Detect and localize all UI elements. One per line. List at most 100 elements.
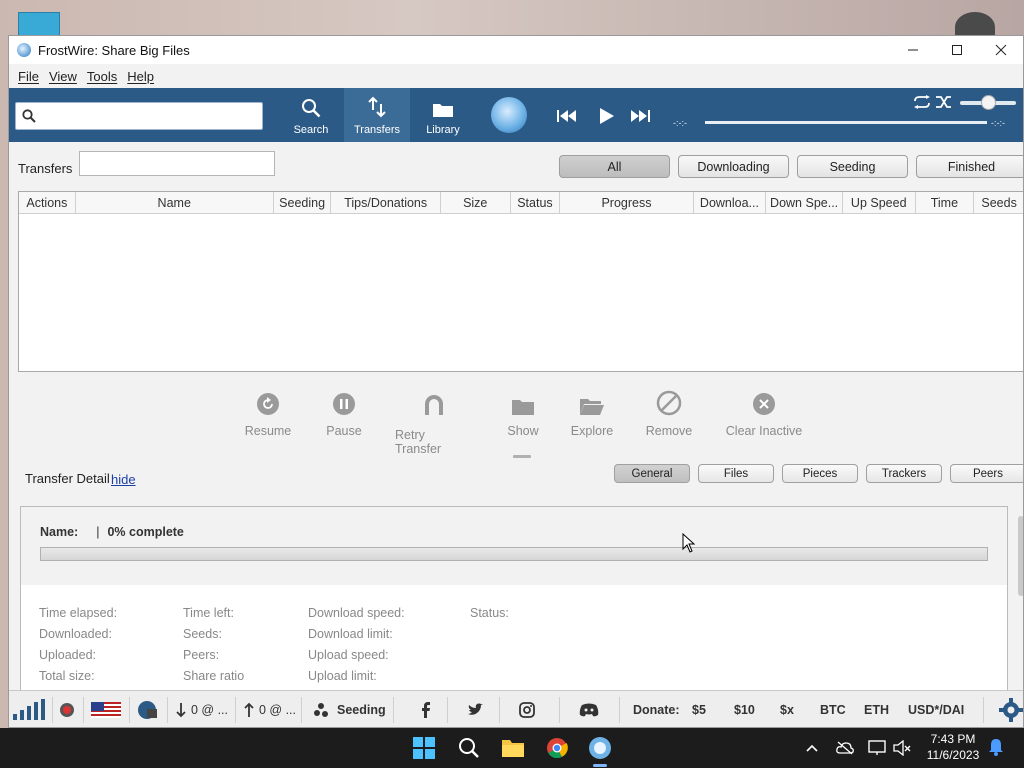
share-ratio-label: Share ratio [183,669,245,683]
download-rate: 0 @ ... [175,691,228,727]
play-icon[interactable] [599,107,615,125]
repeat-icon[interactable] [913,95,931,109]
retry-transfer-button[interactable]: Retry Transfer [395,390,473,456]
name-label: Name: [40,525,79,539]
column-seeding[interactable]: Seeding [274,192,332,213]
maximize-button[interactable] [935,36,979,64]
donate-usd-dai-button[interactable]: USD*/DAI [908,691,964,727]
donate-btc-button[interactable]: BTC [820,691,846,727]
next-track-icon[interactable] [630,109,650,123]
filter-seeding-button[interactable]: Seeding [797,155,908,178]
column-progress[interactable]: Progress [560,192,694,213]
filter-finished-button[interactable]: Finished [916,155,1023,178]
desktop-icon[interactable] [18,12,60,36]
chevron-up-icon[interactable] [806,744,818,752]
search-button-label: Search [293,124,329,136]
library-button[interactable]: Library [410,88,476,142]
settings-button[interactable] [999,691,1023,727]
playback-progress-bar[interactable] [705,121,987,124]
seeding-toggle[interactable]: Seeding [313,691,386,727]
menu-help[interactable]: Help [127,69,154,84]
filter-downloading-button[interactable]: Downloading [678,155,789,178]
menu-view[interactable]: View [49,69,77,84]
twitter-button[interactable] [467,691,483,727]
show-label: Show [507,424,539,438]
chrome-icon [547,738,568,759]
volume-knob[interactable] [981,95,996,110]
donate-eth-button[interactable]: ETH [864,691,889,727]
panel-splitter-handle[interactable] [513,455,531,458]
tab-trackers[interactable]: Trackers [866,464,942,483]
menu-file[interactable]: File [18,69,39,84]
chrome-button[interactable] [543,734,571,762]
column-tips-donations[interactable]: Tips/Donations [331,192,441,213]
instagram-button[interactable] [519,691,535,727]
tab-files[interactable]: Files [698,464,774,483]
search-button[interactable]: Search [278,88,344,142]
column-downloaded[interactable]: Downloa... [694,192,767,213]
donate-10-button[interactable]: $10 [734,691,755,727]
tab-peers[interactable]: Peers [950,464,1023,483]
shuffle-icon[interactable] [935,95,953,109]
windows-taskbar: 7:43 PM 11/6/2023 [0,728,1024,768]
language-flag-icon[interactable] [91,691,121,727]
clear-inactive-button[interactable]: Clear Inactive [721,390,807,438]
column-time[interactable]: Time [916,192,975,213]
search-input[interactable] [42,107,258,127]
column-seeds[interactable]: Seeds [974,192,1023,213]
discord-button[interactable] [579,691,599,727]
previous-track-icon[interactable] [557,109,577,123]
upload-rate-text: 0 @ ... [259,703,297,717]
donate-custom-button[interactable]: $x [780,691,794,727]
column-actions[interactable]: Actions [19,192,76,213]
resume-button[interactable]: Resume [243,390,293,438]
vpn-status-icon[interactable] [137,691,159,727]
twitter-icon [468,703,483,715]
menu-bar: File View Tools Help [9,64,1023,88]
explore-button[interactable]: Explore [567,390,617,438]
column-status[interactable]: Status [511,192,561,213]
notification-bell-icon[interactable] [988,738,1004,756]
menu-tools[interactable]: Tools [87,69,117,84]
taskbar-clock[interactable]: 7:43 PM 11/6/2023 [922,731,984,763]
show-button[interactable]: Show [505,390,541,438]
frostwire-player-logo-icon[interactable] [491,97,527,133]
frostwire-window: FrostWire: Share Big Files File View Too… [8,35,1024,728]
close-button[interactable] [979,36,1023,64]
column-name[interactable]: Name [76,192,274,213]
hide-detail-link[interactable]: hide [111,472,136,487]
frostwire-taskbar-button[interactable] [586,734,614,762]
table-header: Actions Name Seeding Tips/Donations Size… [19,192,1023,214]
filter-all-button[interactable]: All [559,155,670,178]
tab-pieces[interactable]: Pieces [782,464,858,483]
connection-quality-icon[interactable] [11,691,47,727]
separator: | [96,525,100,539]
detail-scrollbar[interactable] [1017,496,1023,686]
cloud-offline-icon[interactable] [836,741,854,755]
column-down-speed[interactable]: Down Spe... [766,192,843,213]
pause-button[interactable]: Pause [323,390,365,438]
download-arrow-icon [176,703,186,718]
download-speed-label: Download speed: [308,606,405,620]
taskbar-search-button[interactable] [455,734,483,762]
start-button[interactable] [410,734,438,762]
tab-general[interactable]: General [614,464,690,483]
facebook-button[interactable] [421,691,431,727]
remove-button[interactable]: Remove [643,390,695,438]
transfers-icon [368,96,386,118]
folder-icon [512,400,534,415]
column-size[interactable]: Size [441,192,511,213]
network-icon[interactable] [868,740,886,756]
donate-5-button[interactable]: $5 [692,691,706,727]
firewall-status-icon[interactable] [59,691,75,727]
search-icon [302,99,321,118]
volume-muted-icon[interactable] [893,740,911,756]
column-up-speed[interactable]: Up Speed [843,192,916,213]
transfers-table[interactable]: Actions Name Seeding Tips/Donations Size… [18,191,1023,372]
search-box[interactable] [15,102,263,130]
file-explorer-button[interactable] [499,734,527,762]
transfers-filter-input[interactable] [79,151,275,176]
transfers-button[interactable]: Transfers [344,88,410,142]
minimize-button[interactable] [891,36,935,64]
scrollbar-thumb[interactable] [1018,516,1023,596]
